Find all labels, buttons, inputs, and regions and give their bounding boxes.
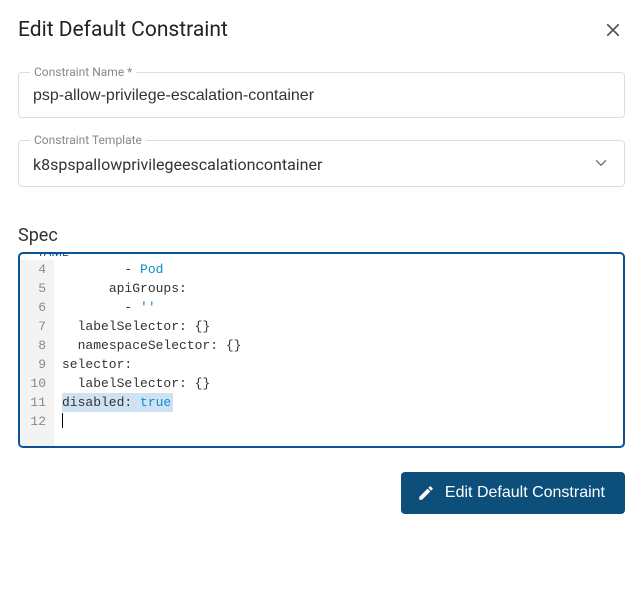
primary-button-label: Edit Default Constraint (445, 484, 605, 502)
yaml-editor[interactable]: YAML 456789101112 - Pod apiGroups: - '' … (18, 252, 625, 448)
code-area[interactable]: - Pod apiGroups: - '' labelSelector: {} … (54, 260, 241, 446)
spec-heading: Spec (18, 225, 625, 246)
dialog-title: Edit Default Constraint (18, 18, 228, 42)
constraint-template-label: Constraint Template (30, 133, 146, 147)
constraint-name-label: Constraint Name * (30, 65, 136, 79)
pencil-icon (417, 484, 435, 502)
yaml-format-label: YAML (32, 252, 73, 259)
edit-default-constraint-button[interactable]: Edit Default Constraint (401, 472, 625, 514)
close-button[interactable] (601, 18, 625, 42)
constraint-name-input[interactable] (33, 85, 610, 107)
line-number-gutter: 456789101112 (20, 260, 54, 446)
constraint-template-field[interactable]: Constraint Template k8spspallowprivilege… (18, 140, 625, 187)
constraint-name-field[interactable]: Constraint Name * (18, 72, 625, 118)
chevron-down-icon (592, 154, 610, 176)
close-icon (604, 21, 622, 39)
constraint-template-value: k8spspallowprivilegeescalationcontainer (33, 153, 584, 176)
